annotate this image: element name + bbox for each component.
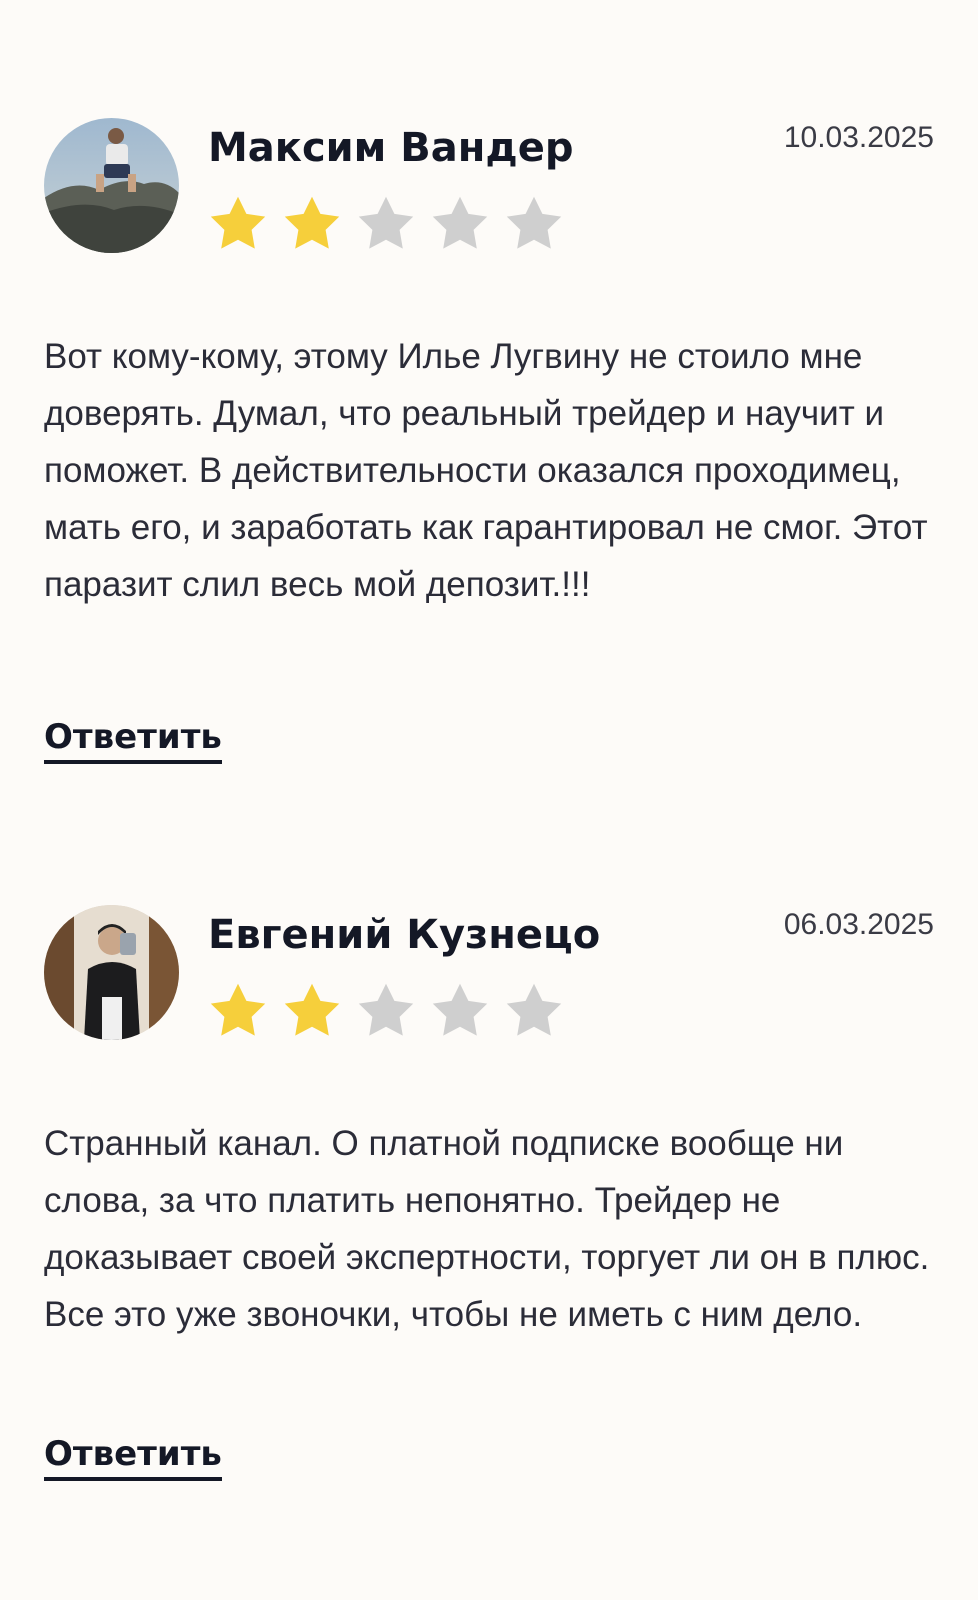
author-name: Евгений Кузнецо <box>208 912 601 958</box>
star-rating <box>206 192 566 256</box>
star-empty-icon <box>432 983 488 1036</box>
star-filled-icon <box>284 196 340 249</box>
avatar-photo <box>44 118 179 253</box>
star-filled-icon <box>210 196 266 249</box>
star-filled-icon <box>210 983 266 1036</box>
avatar-photo <box>44 905 179 1040</box>
author-name: Максим Вандер <box>208 125 574 171</box>
review-date: 06.03.2025 <box>783 908 934 941</box>
reply-button[interactable]: Ответить <box>44 1433 222 1481</box>
star-empty-icon <box>358 983 414 1036</box>
reply-button[interactable]: Ответить <box>44 716 222 764</box>
avatar[interactable] <box>44 905 179 1040</box>
star-empty-icon <box>432 196 488 249</box>
review-text: Странный канал. О платной подписке вообщ… <box>44 1124 930 1334</box>
star-rating <box>206 979 566 1043</box>
avatar[interactable] <box>44 118 179 253</box>
star-empty-icon <box>506 196 562 249</box>
review-text: Вот кому-кому, этому Илье Лугвину не сто… <box>44 337 928 604</box>
star-empty-icon <box>358 196 414 249</box>
star-filled-icon <box>284 983 340 1036</box>
review-date: 10.03.2025 <box>783 121 934 154</box>
star-empty-icon <box>506 983 562 1036</box>
